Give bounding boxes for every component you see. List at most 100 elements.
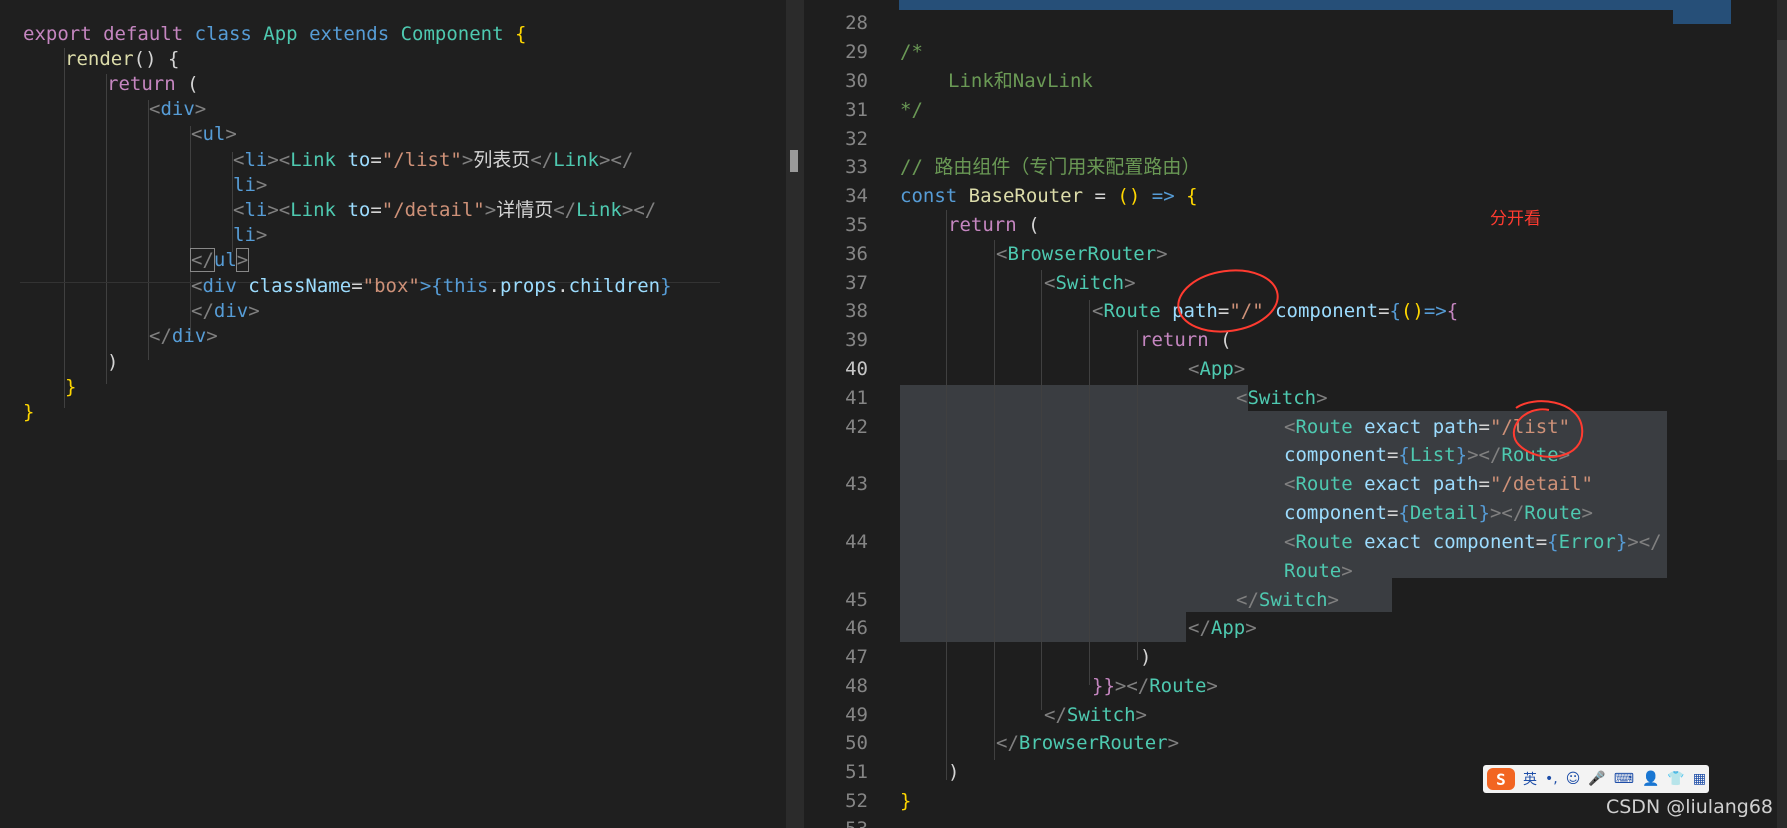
token: < xyxy=(149,98,161,120)
token: li xyxy=(244,149,268,171)
token: ) xyxy=(107,351,119,373)
token: App xyxy=(263,23,298,45)
token: > xyxy=(461,149,474,171)
token: children xyxy=(568,275,661,297)
token: Link xyxy=(290,149,336,171)
token: div xyxy=(160,98,195,120)
token: > xyxy=(484,199,497,221)
token: "/list" xyxy=(381,149,462,171)
mic-icon[interactable]: 🎤 xyxy=(1588,771,1605,787)
circle-annotation xyxy=(1177,269,1279,333)
left-editor-pane[interactable]: export default class App extends Compone… xyxy=(0,0,786,828)
token: ul xyxy=(213,249,237,271)
annotation-layer xyxy=(1177,269,1584,458)
token: li xyxy=(233,174,256,196)
token: > xyxy=(225,123,237,145)
token: 列表页 xyxy=(473,149,531,171)
skin-icon[interactable]: 👕 xyxy=(1667,771,1684,787)
token: "/detail" xyxy=(381,199,485,221)
token: ul xyxy=(202,123,226,145)
token: extends xyxy=(309,23,390,45)
token: > xyxy=(248,300,260,322)
divider-handle[interactable] xyxy=(790,150,798,172)
token: return xyxy=(107,73,176,95)
code-line-16[interactable]: } xyxy=(23,398,34,426)
token: div xyxy=(202,275,237,297)
code-line-3[interactable]: return ( xyxy=(107,70,199,98)
circle-annotation xyxy=(1512,400,1584,458)
token: . xyxy=(488,275,500,297)
token: to xyxy=(347,149,371,171)
token: </ xyxy=(530,149,554,171)
token: div xyxy=(171,325,207,347)
code-line-10[interactable]: </ul> xyxy=(190,246,250,274)
token: div xyxy=(213,300,249,322)
keyboard-icon[interactable]: ⌨ xyxy=(1614,771,1634,787)
watermark: CSDN @liulang68 xyxy=(1605,796,1773,818)
token: > xyxy=(194,98,207,120)
code-line-12[interactable]: </div> xyxy=(191,297,260,325)
token: () { xyxy=(133,48,180,70)
indent-guide xyxy=(106,74,107,384)
right-editor-pane[interactable]: 28 29 30 31 32 33 34 35 36 37 38 39 40 4… xyxy=(804,0,1787,828)
token: class xyxy=(194,23,252,45)
token: render xyxy=(65,48,134,70)
code-line-14[interactable]: ) xyxy=(107,348,118,376)
code-line-1[interactable]: export default class App extends Compone… xyxy=(23,20,526,48)
token: < xyxy=(233,199,245,221)
indent-guide xyxy=(64,48,65,408)
token: ></ xyxy=(599,149,634,171)
token: } xyxy=(660,275,672,297)
token: { xyxy=(515,23,527,45)
token: >< xyxy=(267,149,291,171)
token: className xyxy=(248,275,352,297)
token: ( xyxy=(187,73,199,95)
token: = xyxy=(370,149,382,171)
token: Link xyxy=(553,149,599,171)
token: </ xyxy=(553,199,577,221)
emoji-icon[interactable]: ☺ xyxy=(1566,771,1581,787)
token: ></ xyxy=(621,199,657,221)
code-line-6[interactable]: <li><Link to="/list">列表页</Link></ xyxy=(233,146,633,174)
token: props xyxy=(499,275,558,297)
code-line-9[interactable]: li> xyxy=(233,221,267,249)
token: li xyxy=(244,199,268,221)
token: > xyxy=(235,248,250,272)
code-line-2[interactable]: render() { xyxy=(65,45,179,73)
token: </ xyxy=(149,325,172,347)
token: to xyxy=(347,199,371,221)
token: default xyxy=(103,23,184,45)
token: li xyxy=(233,224,256,246)
annotation-text: 分开看 xyxy=(1490,209,1541,229)
code-line-13[interactable]: </div> xyxy=(149,322,218,350)
sogou-logo-icon: S xyxy=(1487,768,1515,790)
split-divider[interactable] xyxy=(786,0,804,828)
token: < xyxy=(233,149,245,171)
ime-lang[interactable]: 英 xyxy=(1523,769,1537,789)
code-line-4[interactable]: <div> xyxy=(149,95,206,123)
token: Link xyxy=(290,199,336,221)
token: < xyxy=(191,123,203,145)
token: export xyxy=(23,23,92,45)
token: Link xyxy=(576,199,622,221)
token: } xyxy=(65,376,77,398)
grid-icon[interactable]: ▦ xyxy=(1693,771,1706,787)
code-line-15[interactable]: } xyxy=(65,373,76,401)
ime-punct[interactable]: •, xyxy=(1545,771,1558,787)
token: > xyxy=(206,325,218,347)
ime-toolbar[interactable]: S 英 •, ☺ 🎤 ⌨ 👤 👕 ▦ xyxy=(1483,765,1709,793)
token: </ xyxy=(191,300,214,322)
token: < xyxy=(191,275,203,297)
token: > xyxy=(255,224,268,246)
code-line-7[interactable]: li> xyxy=(233,171,267,199)
token: > xyxy=(255,174,268,196)
user-icon[interactable]: 👤 xyxy=(1642,771,1659,787)
token: . xyxy=(557,275,569,297)
token: 详情页 xyxy=(496,199,554,221)
code-line-8[interactable]: <li><Link to="/detail">详情页</Link></ xyxy=(233,196,656,224)
token: = xyxy=(351,275,363,297)
code-line-11[interactable]: <div className="box">{this.props.childre… xyxy=(191,272,672,300)
token: </ xyxy=(190,248,215,272)
token: this xyxy=(442,275,489,297)
code-line-5[interactable]: <ul> xyxy=(191,120,237,148)
